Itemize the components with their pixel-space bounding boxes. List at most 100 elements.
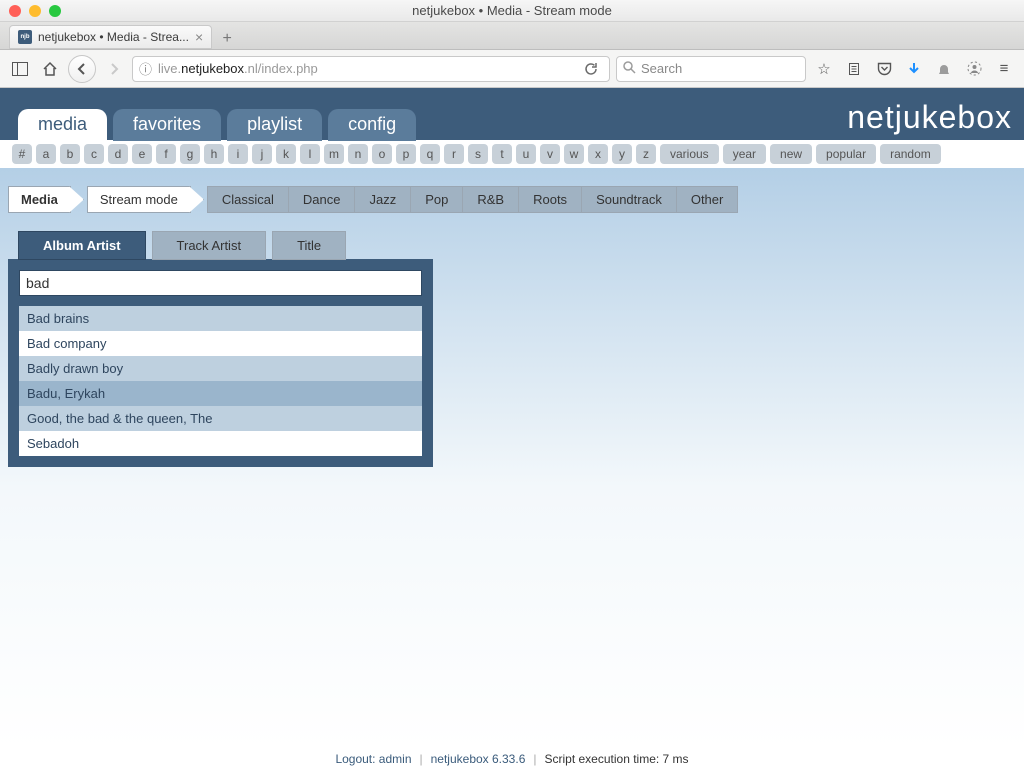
search-module: Album Artist Track Artist Title Bad brai…: [8, 231, 433, 467]
alpha-l[interactable]: l: [300, 144, 320, 164]
browser-search-placeholder: Search: [641, 61, 682, 76]
view-tab-track-artist[interactable]: Track Artist: [152, 231, 267, 260]
main-tabs: media favorites playlist config: [18, 109, 416, 140]
alpha-v[interactable]: v: [540, 144, 560, 164]
result-item[interactable]: Bad company: [19, 331, 422, 356]
breadcrumb-mode[interactable]: Stream mode: [87, 186, 191, 213]
bookmark-star-icon[interactable]: ☆: [812, 57, 836, 81]
url-pre: live.: [158, 61, 181, 76]
genre-rb[interactable]: R&B: [463, 186, 519, 213]
alpha-popular[interactable]: popular: [816, 144, 876, 164]
pocket-icon[interactable]: [872, 57, 896, 81]
breadcrumb: Media Stream mode: [8, 186, 207, 213]
alpha-p[interactable]: p: [396, 144, 416, 164]
genre-soundtrack[interactable]: Soundtrack: [582, 186, 677, 213]
exec-time: Script execution time: 7 ms: [545, 752, 689, 766]
result-item[interactable]: Good, the bad & the queen, The: [19, 406, 422, 431]
alpha-c[interactable]: c: [84, 144, 104, 164]
alpha-r[interactable]: r: [444, 144, 464, 164]
genre-roots[interactable]: Roots: [519, 186, 582, 213]
results-list: Bad brains Bad company Badly drawn boy B…: [19, 306, 422, 456]
site-info-icon[interactable]: ⓘ: [139, 59, 152, 78]
alpha-h[interactable]: h: [204, 144, 224, 164]
version-link[interactable]: netjukebox 6.33.6: [431, 752, 526, 766]
alpha-i[interactable]: i: [228, 144, 248, 164]
separator: |: [533, 752, 536, 766]
notifications-icon[interactable]: [932, 57, 956, 81]
tab-playlist[interactable]: playlist: [227, 109, 322, 141]
url-text: live.netjukebox.nl/index.php: [158, 61, 318, 76]
view-tabs: Album Artist Track Artist Title: [18, 231, 433, 260]
logout-link[interactable]: Logout: admin: [335, 752, 411, 766]
alpha-t[interactable]: t: [492, 144, 512, 164]
alpha-o[interactable]: o: [372, 144, 392, 164]
genre-dance[interactable]: Dance: [289, 186, 356, 213]
alpha-b[interactable]: b: [60, 144, 80, 164]
alpha-hash[interactable]: #: [12, 144, 32, 164]
alpha-random[interactable]: random: [880, 144, 941, 164]
address-bar[interactable]: ⓘ live.netjukebox.nl/index.php: [132, 56, 610, 82]
clipboard-icon[interactable]: [842, 57, 866, 81]
close-tab-button[interactable]: ×: [195, 30, 203, 44]
home-icon[interactable]: [38, 57, 62, 81]
view-tab-album-artist[interactable]: Album Artist: [18, 231, 146, 260]
result-item[interactable]: Bad brains: [19, 306, 422, 331]
url-post: .nl/index.php: [244, 61, 318, 76]
breadcrumb-row: Media Stream mode Classical Dance Jazz P…: [8, 186, 1016, 213]
alpha-u[interactable]: u: [516, 144, 536, 164]
search-icon: [623, 61, 636, 77]
alpha-d[interactable]: d: [108, 144, 128, 164]
browser-tab-label: netjukebox • Media - Strea...: [38, 30, 189, 44]
alpha-year[interactable]: year: [723, 144, 766, 164]
alpha-n[interactable]: n: [348, 144, 368, 164]
alpha-f[interactable]: f: [156, 144, 176, 164]
result-item[interactable]: Badly drawn boy: [19, 356, 422, 381]
browser-toolbar: ⓘ live.netjukebox.nl/index.php Search ☆ …: [0, 50, 1024, 88]
alpha-e[interactable]: e: [132, 144, 152, 164]
logo-pre: net: [847, 99, 894, 135]
alpha-q[interactable]: q: [420, 144, 440, 164]
tab-media[interactable]: media: [18, 109, 107, 141]
search-input[interactable]: [19, 270, 422, 296]
reload-icon[interactable]: [579, 57, 603, 81]
hamburger-menu-icon[interactable]: ≡: [992, 57, 1016, 81]
alpha-a[interactable]: a: [36, 144, 56, 164]
tab-config[interactable]: config: [328, 109, 416, 141]
back-button[interactable]: [68, 55, 96, 83]
alpha-w[interactable]: w: [564, 144, 584, 164]
breadcrumb-media[interactable]: Media: [8, 186, 71, 213]
alpha-new[interactable]: new: [770, 144, 812, 164]
page-body: Media Stream mode Classical Dance Jazz P…: [0, 168, 1024, 748]
alpha-g[interactable]: g: [180, 144, 200, 164]
result-item[interactable]: Sebadoh: [19, 431, 422, 456]
result-item[interactable]: Badu, Erykah: [19, 381, 422, 406]
search-panel: Bad brains Bad company Badly drawn boy B…: [8, 259, 433, 467]
profile-icon[interactable]: [962, 57, 986, 81]
alpha-z[interactable]: z: [636, 144, 656, 164]
browser-tab[interactable]: netjukebox • Media - Strea... ×: [9, 25, 212, 49]
genre-classical[interactable]: Classical: [207, 186, 289, 213]
alpha-x[interactable]: x: [588, 144, 608, 164]
sidebar-toggle-icon[interactable]: [8, 57, 32, 81]
window-title: netjukebox • Media - Stream mode: [0, 3, 1024, 18]
forward-button[interactable]: [102, 57, 126, 81]
url-host: netjukebox: [181, 61, 244, 76]
downloads-icon[interactable]: [902, 57, 926, 81]
browser-tab-strip: netjukebox • Media - Strea... × +: [0, 22, 1024, 50]
alpha-s[interactable]: s: [468, 144, 488, 164]
alpha-y[interactable]: y: [612, 144, 632, 164]
view-tab-title[interactable]: Title: [272, 231, 346, 260]
favicon-icon: [18, 30, 32, 44]
alpha-j[interactable]: j: [252, 144, 272, 164]
genre-pop[interactable]: Pop: [411, 186, 463, 213]
alpha-various[interactable]: various: [660, 144, 719, 164]
alpha-k[interactable]: k: [276, 144, 296, 164]
genre-other[interactable]: Other: [677, 186, 739, 213]
genre-jazz[interactable]: Jazz: [355, 186, 411, 213]
footer: Logout: admin | netjukebox 6.33.6 | Scri…: [0, 748, 1024, 770]
alpha-m[interactable]: m: [324, 144, 344, 164]
browser-search-field[interactable]: Search: [616, 56, 806, 82]
new-tab-button[interactable]: +: [215, 29, 239, 49]
tab-favorites[interactable]: favorites: [113, 109, 221, 141]
logo-mid: jukebox: [895, 99, 1012, 135]
